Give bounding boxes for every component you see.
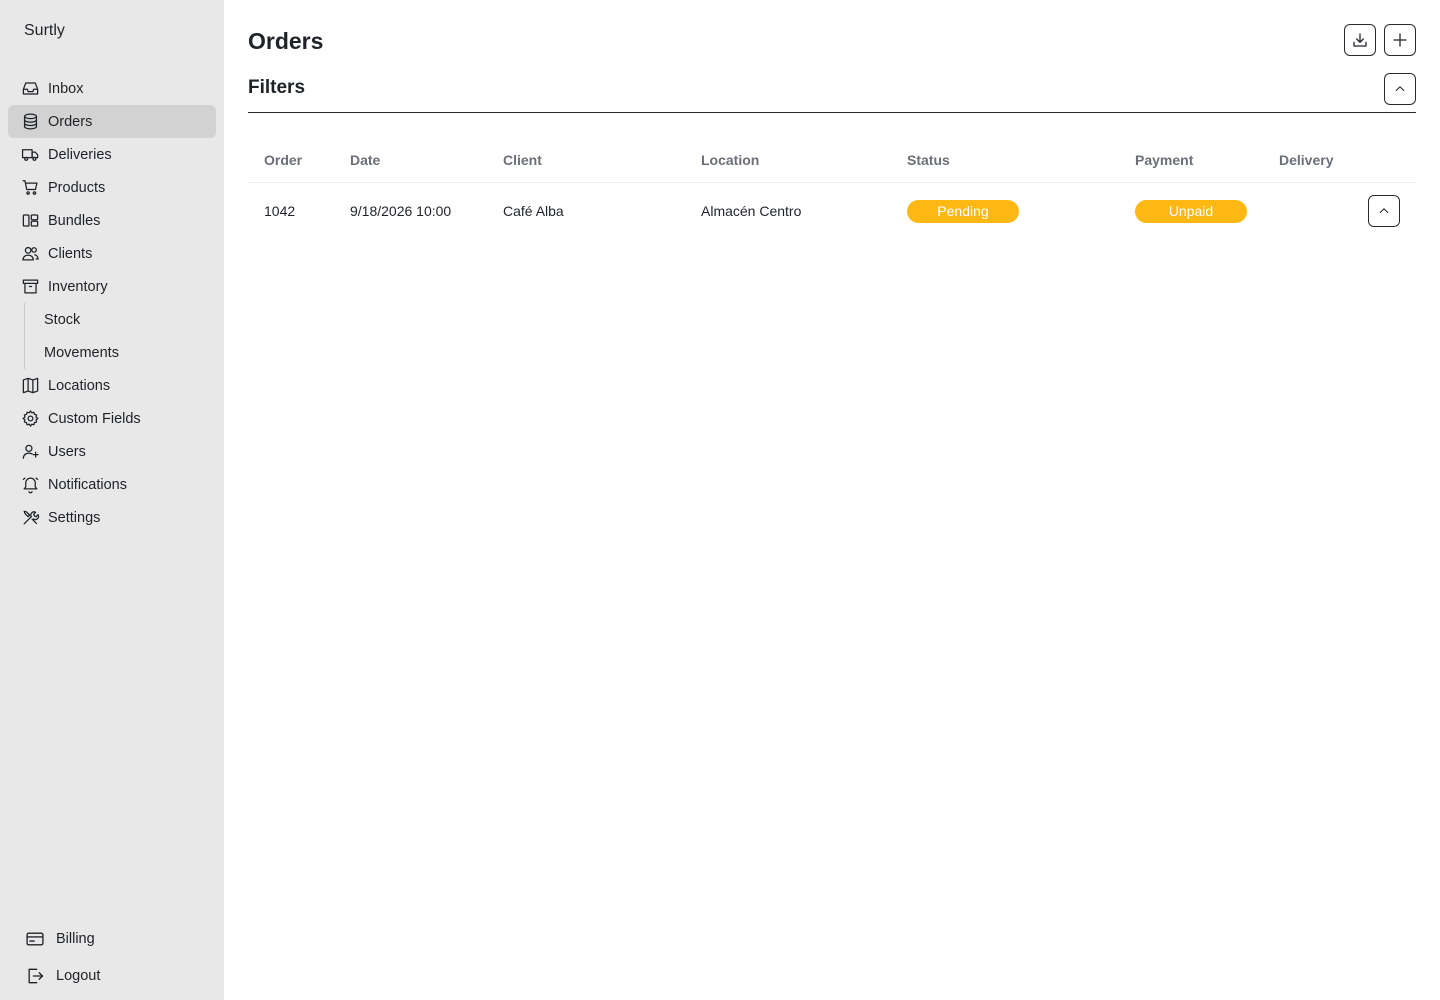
- archive-icon: [20, 277, 40, 297]
- sidebar-item-label: Orders: [48, 113, 93, 130]
- sidebar-item-label: Billing: [56, 930, 95, 947]
- cog-icon: [20, 409, 40, 429]
- sidebar-item-label: Notifications: [48, 476, 127, 493]
- page-title: Orders: [248, 28, 324, 54]
- cell-actions: [1336, 182, 1416, 240]
- column-header-location[interactable]: Location: [685, 138, 891, 183]
- sidebar-item-locations[interactable]: Locations: [8, 369, 216, 402]
- sidebar-subitem-movements[interactable]: Movements: [24, 336, 216, 369]
- credit-card-icon: [24, 928, 46, 950]
- sidebar-item-label: Settings: [48, 509, 101, 526]
- collapse-filters-button[interactable]: [1384, 73, 1416, 105]
- sidebar-item-label: Deliveries: [48, 146, 112, 163]
- cell-delivery: [1263, 182, 1336, 240]
- cell-date: 9/18/2026 10:00: [350, 203, 452, 220]
- cell-order: 1042: [264, 203, 296, 220]
- database-icon: [20, 112, 40, 132]
- inbox-icon: [20, 79, 40, 99]
- chevron-up-icon: [1375, 202, 1393, 220]
- cart-icon: [20, 178, 40, 198]
- cell-client: Café Alba: [503, 203, 564, 220]
- sidebar-bottom-nav: Billing Logout: [16, 920, 216, 994]
- row-expand-button[interactable]: [1368, 195, 1400, 228]
- users-icon: [20, 244, 40, 264]
- cell-status: Pending: [891, 182, 1119, 240]
- chevron-up-icon: [1391, 80, 1409, 98]
- sidebar-item-inbox[interactable]: Inbox: [8, 72, 216, 105]
- sidebar-item-label: Custom Fields: [48, 410, 141, 427]
- truck-icon: [20, 145, 40, 165]
- cell-payment: Unpaid: [1119, 182, 1263, 240]
- sidebar-item-orders[interactable]: Orders: [8, 105, 216, 138]
- sidebar-item-label: Bundles: [48, 212, 101, 229]
- sidebar-item-label: Inbox: [48, 80, 84, 97]
- download-icon: [1351, 31, 1369, 49]
- sidebar-item-label: Logout: [56, 967, 101, 984]
- export-button[interactable]: [1344, 24, 1376, 56]
- bundle-icon: [20, 211, 40, 231]
- column-header-date[interactable]: Date: [334, 138, 487, 183]
- main-content: Orders Filters Order Date Client Locatio…: [248, 0, 1416, 1000]
- sidebar-item-deliveries[interactable]: Deliveries: [8, 138, 216, 171]
- logout-icon: [24, 965, 46, 987]
- map-icon: [20, 376, 40, 396]
- bell-icon: [20, 475, 40, 495]
- payment-badge: Unpaid: [1135, 199, 1247, 223]
- sidebar-item-label: Locations: [48, 377, 111, 394]
- page-actions: [1344, 24, 1416, 56]
- column-header-payment[interactable]: Payment: [1119, 138, 1263, 183]
- column-header-client[interactable]: Client: [487, 138, 685, 183]
- sidebar-nav: Inbox Orders Deliveries Products Bundles: [8, 72, 216, 534]
- brand-name: Surtly: [24, 22, 65, 39]
- sidebar-item-bundles[interactable]: Bundles: [8, 204, 216, 237]
- sidebar-item-logout[interactable]: Logout: [16, 957, 216, 994]
- sidebar-item-products[interactable]: Products: [8, 171, 216, 204]
- status-badge: Pending: [907, 199, 1019, 223]
- column-header-order[interactable]: Order: [248, 138, 334, 183]
- sidebar-item-users[interactable]: Users: [8, 435, 216, 468]
- add-order-button[interactable]: [1384, 24, 1416, 56]
- sidebar-item-label: Clients: [48, 245, 93, 262]
- sidebar-item-inventory[interactable]: Inventory: [8, 270, 216, 303]
- sidebar-subitem-stock[interactable]: Stock: [24, 303, 216, 336]
- filters-title: Filters: [248, 77, 306, 98]
- sidebar-item-label: Users: [48, 443, 86, 460]
- sidebar-item-custom-fields[interactable]: Custom Fields: [8, 402, 216, 435]
- sidebar: Surtly Inbox Orders Deliveries Products: [0, 0, 224, 1000]
- table-row[interactable]: 1042 9/18/2026 10:00 Café Alba Almacén C…: [248, 182, 1416, 240]
- inventory-subnav: Stock Movements: [24, 303, 216, 369]
- column-header-status[interactable]: Status: [891, 138, 1119, 183]
- sidebar-item-label: Products: [48, 179, 106, 196]
- filters-header: Filters: [248, 72, 1416, 113]
- plus-icon: [1391, 31, 1409, 49]
- sidebar-item-label: Inventory: [48, 278, 108, 295]
- user-plus-icon: [20, 442, 40, 462]
- column-header-actions: [1336, 138, 1416, 183]
- sidebar-item-notifications[interactable]: Notifications: [8, 468, 216, 501]
- tools-icon: [20, 508, 40, 528]
- table-header-row: Order Date Client Location Status Paymen…: [248, 138, 1416, 183]
- cell-location: Almacén Centro: [701, 203, 802, 220]
- sidebar-item-settings[interactable]: Settings: [8, 501, 216, 534]
- sidebar-item-clients[interactable]: Clients: [8, 237, 216, 270]
- column-header-delivery[interactable]: Delivery: [1263, 138, 1336, 183]
- sidebar-item-billing[interactable]: Billing: [16, 920, 216, 957]
- orders-table: Order Date Client Location Status Paymen…: [248, 138, 1416, 240]
